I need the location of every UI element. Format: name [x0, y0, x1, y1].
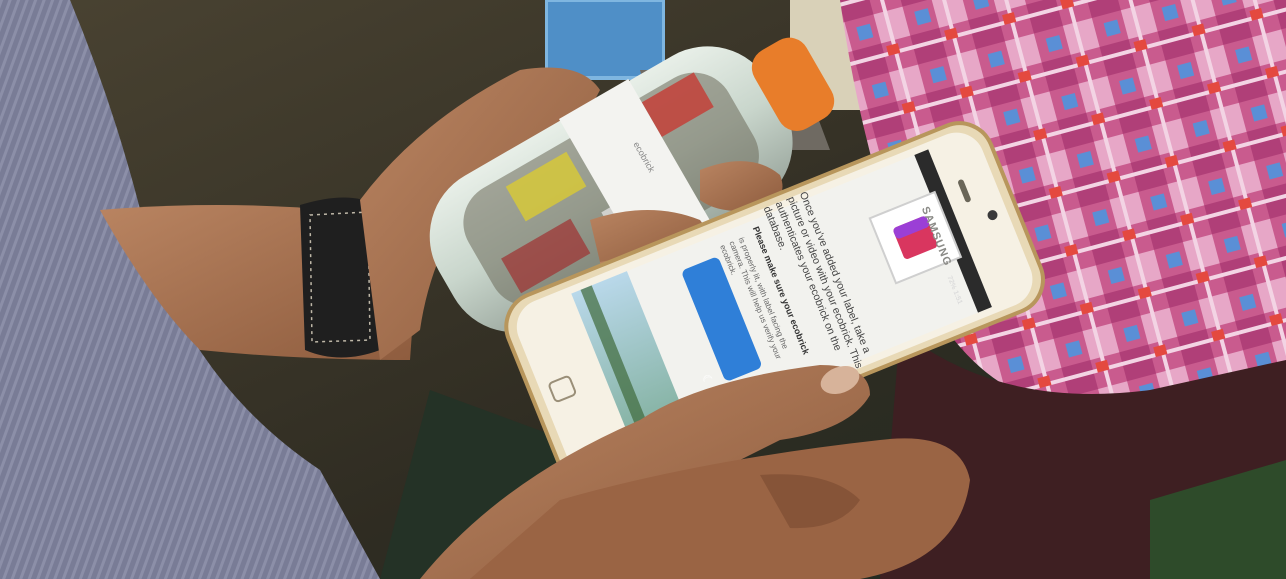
- photo-scene: SAMSUNG 72% 1:51 Once you've added your …: [0, 0, 1286, 579]
- photo-illustration: [0, 0, 1286, 579]
